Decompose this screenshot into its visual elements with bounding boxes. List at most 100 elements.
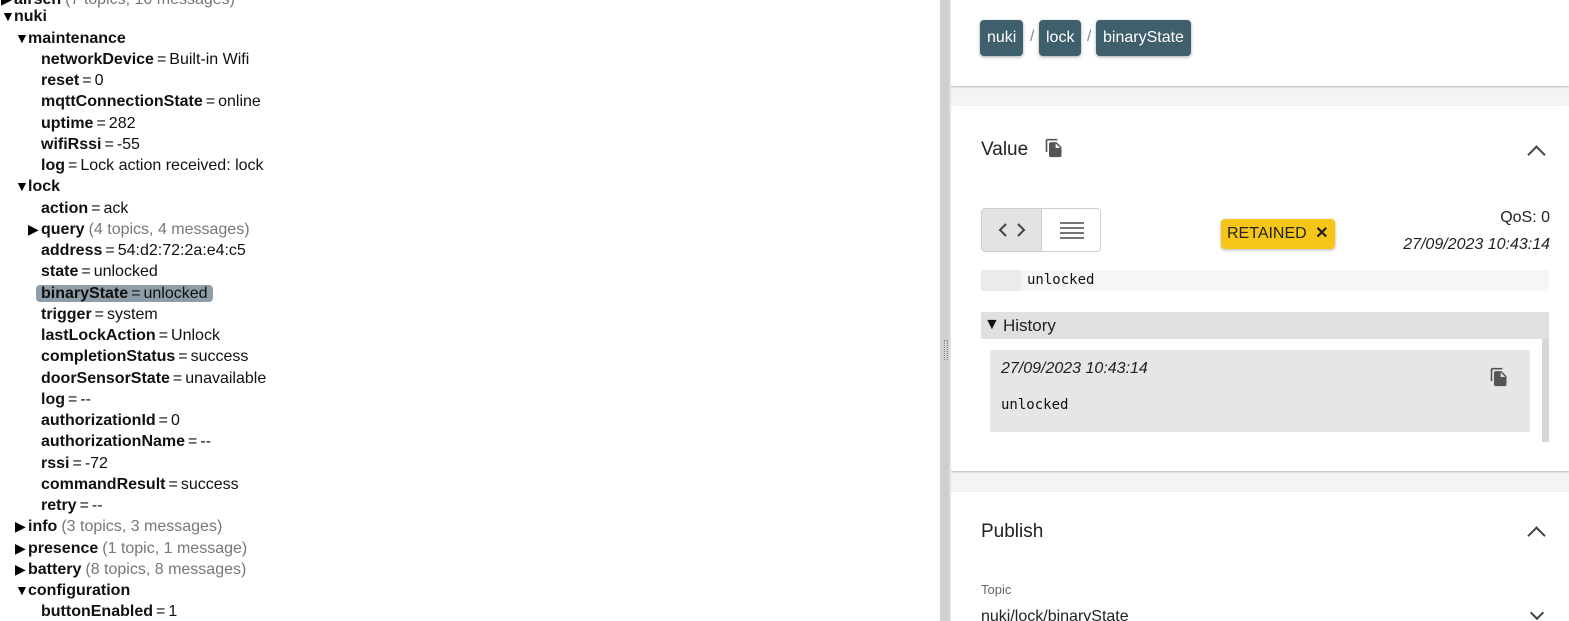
history-title: History [1003, 316, 1056, 335]
equals-sign: = [131, 285, 141, 302]
tree-node[interactable]: ▶ battery (8 topics, 8 messages) [15, 559, 246, 580]
tree-leaf[interactable]: log = -- [41, 389, 91, 410]
tree-leaf[interactable]: networkDevice = Built-in Wifi [41, 49, 249, 70]
chevron-down-icon[interactable] [1529, 605, 1545, 621]
history-entry-timestamp: 27/09/2023 10:43:14 [1001, 360, 1148, 377]
topic-key: rssi [41, 455, 70, 472]
close-icon[interactable]: ✕ [1315, 225, 1328, 242]
tree-leaf[interactable]: completionStatus = success [41, 346, 248, 367]
topic-key: authorizationName [41, 433, 186, 450]
topic-count: (4 topics, 4 messages) [88, 221, 250, 238]
topic-value: 282 [108, 115, 136, 132]
equals-sign: = [94, 306, 105, 323]
retained-label: RETAINED [1227, 225, 1307, 242]
topic-value: system [107, 306, 158, 323]
editor-gutter [981, 270, 1021, 291]
tree-leaf[interactable]: action = ack [41, 198, 128, 219]
equals-sign: = [158, 327, 169, 344]
tree-leaf[interactable]: log = Lock action received: lock [41, 155, 264, 176]
tree-leaf[interactable]: reset = 0 [41, 70, 104, 91]
tree-node[interactable]: ▶ info (3 topics, 3 messages) [15, 516, 222, 537]
topic-value: unavailable [185, 370, 267, 387]
view-mode-toggle[interactable] [981, 208, 1101, 252]
tree-node[interactable]: ▼lock [15, 176, 60, 197]
topic-value: unlocked [143, 285, 208, 302]
expanded-arrow-icon[interactable]: ▼ [15, 580, 29, 601]
raw-view-icon [1060, 222, 1084, 239]
tree-node[interactable]: ▶ presence (1 topic, 1 message) [15, 538, 247, 559]
tree-node[interactable]: ▼nuki [1, 6, 47, 27]
raw-view-button[interactable] [1042, 209, 1100, 251]
tree-node[interactable]: ▼maintenance [15, 28, 126, 49]
copy-icon[interactable] [1044, 137, 1064, 159]
tree-leaf[interactable]: buttonEnabled = 1 [41, 601, 177, 621]
topic-value: online [218, 93, 261, 110]
topic-value: Lock action received: lock [80, 157, 264, 174]
expanded-arrow-icon[interactable]: ▼ [15, 28, 29, 49]
tree-leaf[interactable]: doorSensorState = unavailable [41, 368, 266, 389]
topic-value: -55 [116, 136, 140, 153]
tree-leaf[interactable]: authorizationName = -- [41, 431, 211, 452]
splitter-grip-icon[interactable] [944, 340, 948, 360]
tree-leaf[interactable]: rssi = -72 [41, 453, 108, 474]
tree-leaf[interactable]: uptime = 282 [41, 113, 136, 134]
tree-leaf[interactable]: trigger = system [41, 304, 158, 325]
tree-leaf[interactable]: wifiRssi = -55 [41, 134, 140, 155]
topic-key: lastLockAction [41, 327, 156, 344]
selected-topic-highlight[interactable]: binaryState = unlocked [36, 285, 213, 302]
tree-leaf[interactable]: commandResult = success [41, 474, 239, 495]
breadcrumb-binarystate[interactable]: binaryState [1096, 20, 1191, 56]
tree-leaf[interactable]: authorizationId = 0 [41, 410, 180, 431]
collapsed-arrow-icon[interactable]: ▶ [15, 559, 28, 580]
tree-leaf[interactable]: retry = -- [41, 495, 103, 516]
tree-leaf[interactable]: binaryState = unlocked [36, 283, 213, 304]
tree-leaf[interactable]: address = 54:d2:72:2a:e4:c5 [41, 240, 246, 261]
topic-value: 54:d2:72:2a:e4:c5 [117, 242, 246, 259]
history-list[interactable]: 27/09/2023 10:43:14 unlocked [981, 339, 1549, 442]
topic-value: success [190, 348, 249, 365]
topic-count: (7 topics, 10 messages) [65, 0, 235, 8]
value-panel-title: Value [981, 139, 1029, 160]
collapsed-arrow-icon[interactable]: ▶ [15, 516, 28, 537]
payload-editor[interactable]: unlocked [981, 270, 1549, 291]
breadcrumb-separator: / [1087, 28, 1092, 45]
history-header[interactable]: ▼ History [981, 312, 1549, 339]
equals-sign: = [91, 200, 101, 217]
equals-sign: = [79, 497, 89, 514]
tree-leaf[interactable]: lastLockAction = Unlock [41, 325, 220, 346]
expanded-arrow-icon[interactable]: ▼ [1, 6, 15, 27]
code-view-button[interactable] [982, 209, 1042, 251]
equals-sign: = [72, 455, 82, 472]
history-scrollbar[interactable] [1542, 339, 1549, 442]
topic-key: commandResult [41, 476, 166, 493]
tree-leaf[interactable]: mqttConnectionState = online [41, 91, 261, 112]
topic-key: presence [28, 540, 99, 557]
collapsed-arrow-icon[interactable]: ▶ [28, 219, 41, 240]
topic-value: 0 [94, 72, 104, 89]
copy-icon[interactable] [1489, 366, 1509, 388]
breadcrumb-nuki[interactable]: nuki [980, 20, 1024, 56]
breadcrumb-separator: / [1030, 28, 1035, 45]
chevron-up-icon[interactable] [1527, 526, 1546, 545]
details-pane: nuki / lock / binaryState Value RETAINED… [951, 0, 1569, 621]
topic-value: -72 [84, 455, 108, 472]
pane-splitter[interactable] [940, 0, 949, 621]
tree-node[interactable]: ▶ query (4 topics, 4 messages) [28, 219, 250, 240]
equals-sign: = [158, 412, 168, 429]
tree-node[interactable]: ▼configuration [15, 580, 130, 601]
breadcrumb-lock[interactable]: lock [1039, 20, 1082, 56]
equals-sign: = [178, 348, 188, 365]
topic-field[interactable]: nuki/lock/binaryState [981, 608, 1129, 621]
topic-key: nuki [14, 8, 47, 25]
collapsed-arrow-icon[interactable]: ▶ [15, 538, 28, 559]
history-entry[interactable]: 27/09/2023 10:43:14 unlocked [990, 350, 1530, 432]
topic-value: -- [91, 497, 103, 514]
topic-value: success [180, 476, 239, 493]
expanded-arrow-icon[interactable]: ▼ [15, 176, 29, 197]
chevron-up-icon[interactable] [1527, 145, 1546, 164]
topic-tree[interactable]: ▶airsen(7 topics, 10 messages)▼nuki▼main… [0, 0, 940, 621]
topic-key: configuration [28, 582, 131, 599]
tree-leaf[interactable]: state = unlocked [41, 261, 158, 282]
topic-count: (3 topics, 3 messages) [61, 518, 223, 535]
retained-chip[interactable]: RETAINED ✕ [1221, 219, 1335, 249]
